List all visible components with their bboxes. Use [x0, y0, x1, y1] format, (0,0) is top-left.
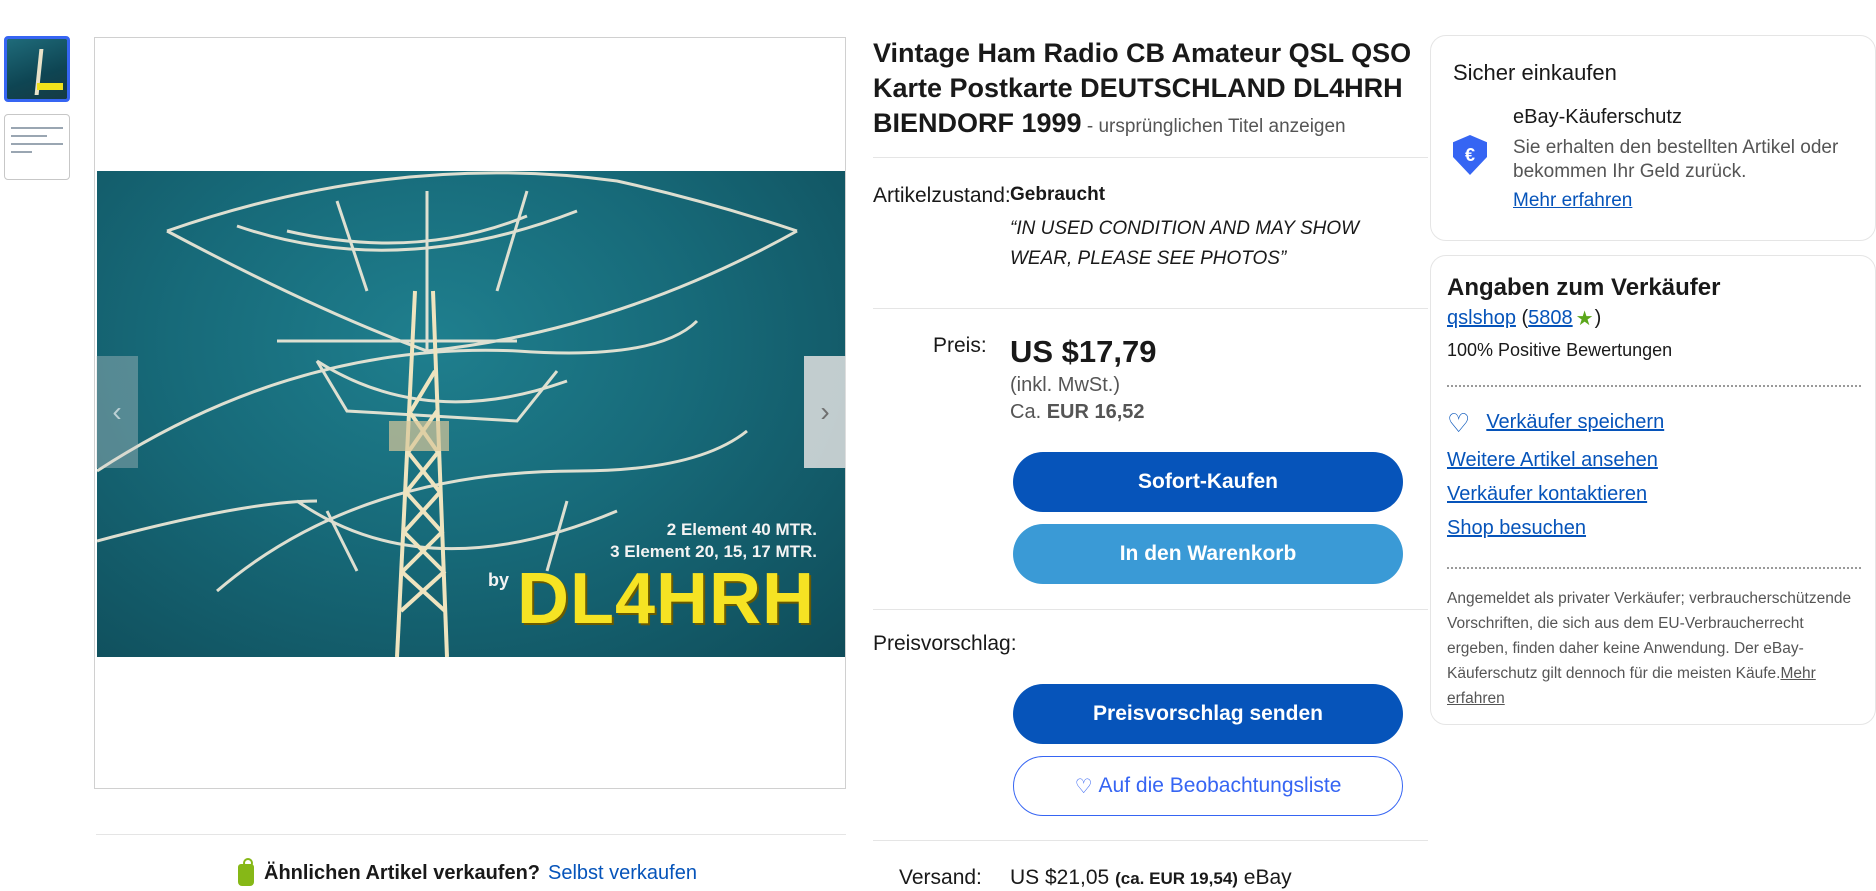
shipping-price: US $21,05 — [1010, 866, 1110, 889]
divider — [873, 308, 1428, 309]
watchlist-label: Auf die Beobachtungsliste — [1098, 774, 1342, 797]
visit-shop-link[interactable]: Shop besuchen — [1447, 517, 1586, 540]
positive-feedback: 100% Positive Bewertungen — [1447, 340, 1673, 360]
star-icon: ★ — [1575, 308, 1594, 330]
send-offer-button[interactable]: Preisvorschlag senden — [1013, 684, 1403, 744]
buyer-protection-learn-more-link[interactable]: Mehr erfahren — [1513, 190, 1632, 212]
price-approx-prefix: Ca. — [1010, 401, 1042, 423]
chevron-left-icon: ‹ — [112, 396, 122, 427]
thumbnail-card-back — [11, 121, 63, 173]
photo-caption: 2 Element 40 MTR. 3 Element 20, 15, 17 M… — [610, 519, 817, 563]
thumbnail-2[interactable] — [4, 114, 70, 180]
safe-shopping-title: Sicher einkaufen — [1453, 60, 1617, 85]
condition-label: Artikelzustand: — [873, 184, 1011, 207]
show-original-title-link[interactable]: ursprünglichen Titel anzeigen — [1098, 116, 1345, 137]
chevron-right-icon: › — [820, 396, 830, 427]
qsl-card-photo: 2 Element 40 MTR. 3 Element 20, 15, 17 M… — [97, 171, 845, 657]
offer-label: Preisvorschlag: — [873, 632, 1017, 655]
divider — [873, 609, 1428, 610]
contact-seller-link[interactable]: Verkäufer kontaktieren — [1447, 483, 1647, 506]
dotted-divider — [1447, 567, 1861, 569]
save-seller-button[interactable]: ♡ Verkäufer speichern — [1447, 407, 1665, 438]
condition-description: “IN USED CONDITION AND MAY SHOW WEAR, PL… — [1010, 218, 1360, 269]
previous-image-button[interactable]: ‹ — [96, 356, 138, 468]
buyer-protection-text: Sie erhalten den bestellten Artikel oder… — [1513, 137, 1839, 182]
listing-title-block: Vintage Ham Radio CB Amateur QSL QSO Kar… — [873, 36, 1433, 144]
price-approx-value: EUR 16,52 — [1046, 401, 1145, 423]
euro-shield-icon: € — [1453, 135, 1487, 175]
price-tax-note: (inkl. MwSt.) — [1010, 374, 1120, 396]
add-to-watchlist-button[interactable]: ♡ Auf die Beobachtungsliste — [1013, 756, 1403, 816]
callsign-by: by — [487, 570, 509, 590]
price-label: Preis: — [933, 334, 987, 357]
close-paren: ) — [1594, 307, 1602, 329]
private-seller-note: Angemeldet als privater Verkäufer; verbr… — [1447, 586, 1867, 711]
see-more-items-link[interactable]: Weitere Artikel ansehen — [1447, 449, 1658, 472]
price-approx: Ca. EUR 16,52 — [1010, 401, 1145, 424]
title-separator: - — [1081, 116, 1099, 137]
safe-shopping-card: Sicher einkaufen € eBay-Käuferschutz Sie… — [1430, 35, 1876, 241]
seller-name-row: qslshop ( 5808 ★ ) — [1447, 306, 1601, 331]
main-image-frame[interactable]: 2 Element 40 MTR. 3 Element 20, 15, 17 M… — [94, 37, 846, 789]
shipping-label: Versand: — [899, 866, 982, 889]
callsign-row: by DL4HRH — [488, 563, 815, 635]
divider — [873, 840, 1428, 841]
seller-name-link[interactable]: qslshop — [1447, 307, 1516, 330]
callsign-text: DL4HRH — [516, 559, 815, 639]
divider — [873, 157, 1428, 158]
next-image-button[interactable]: › — [804, 356, 846, 468]
seller-info-card: Angaben zum Verkäufer qslshop ( 5808 ★ )… — [1430, 255, 1876, 725]
thumbnail-strip — [4, 36, 70, 192]
buy-now-button[interactable]: Sofort-Kaufen — [1013, 452, 1403, 512]
add-to-cart-button[interactable]: In den Warenkorb — [1013, 524, 1403, 584]
condition-value: Gebraucht — [1010, 184, 1106, 205]
sell-similar-row: Ähnlichen Artikel verkaufen? Selbst verk… — [236, 858, 697, 888]
feedback-score-link[interactable]: 5808 — [1528, 307, 1573, 330]
divider — [96, 834, 846, 835]
save-seller-label: Verkäufer speichern — [1486, 411, 1665, 433]
thumbnail-antenna-photo — [7, 39, 67, 99]
open-paren: ( — [1515, 307, 1529, 329]
price-tag-icon — [236, 858, 256, 888]
sell-yourself-link[interactable]: Selbst verkaufen — [548, 862, 697, 885]
seller-info-title: Angaben zum Verkäufer — [1447, 274, 1721, 301]
shipping-carrier: eBay — [1243, 866, 1292, 889]
buyer-protection-title: eBay-Käuferschutz — [1513, 106, 1682, 128]
thumbnail-callsign-mark — [37, 83, 63, 90]
heart-icon: ♡ — [1074, 775, 1093, 798]
dotted-divider — [1447, 385, 1861, 387]
shipping-value: US $21,05 (ca. EUR 19,54) eBay — [1010, 866, 1292, 890]
sell-similar-question: Ähnlichen Artikel verkaufen? — [264, 861, 540, 884]
heart-outline-icon: ♡ — [1447, 407, 1471, 438]
price-value: US $17,79 — [1010, 334, 1157, 369]
thumbnail-1[interactable] — [4, 36, 70, 102]
shipping-approx: (ca. EUR 19,54) — [1115, 869, 1238, 888]
caption-line-1: 2 Element 40 MTR. — [666, 520, 817, 539]
